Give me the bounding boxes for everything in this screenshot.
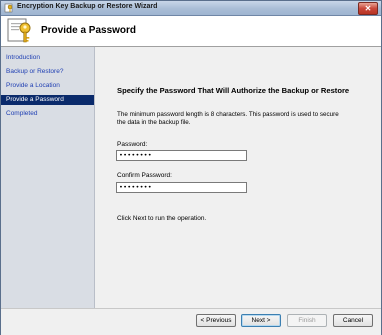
sidebar-item-introduction[interactable]: Introduction (1, 53, 94, 63)
page-title: Provide a Password (41, 25, 137, 36)
key-wizard-icon (4, 3, 13, 13)
wizard-window: Encryption Key Backup or Restore Wizard … (0, 0, 382, 335)
cancel-button[interactable]: Cancel (333, 314, 373, 327)
confirm-password-label: Confirm Password: (117, 172, 172, 179)
sidebar-item-completed[interactable]: Completed (1, 109, 94, 119)
wizard-content: Specify the Password That Will Authorize… (95, 47, 381, 308)
previous-button[interactable]: < Previous (196, 314, 236, 327)
close-button[interactable]: ✕ (358, 2, 378, 15)
key-document-icon (7, 18, 31, 43)
password-field[interactable]: •••••••• (116, 150, 247, 161)
confirm-password-field[interactable]: •••••••• (116, 182, 247, 193)
wizard-steps-sidebar: Introduction Backup or Restore? Provide … (1, 47, 95, 308)
password-label: Password: (117, 141, 148, 148)
wizard-footer: < Previous Next > Finish Cancel (1, 308, 381, 335)
next-button[interactable]: Next > (241, 314, 281, 327)
sidebar-item-backup-or-restore[interactable]: Backup or Restore? (1, 67, 94, 77)
section-heading: Specify the Password That Will Authorize… (117, 86, 350, 95)
finish-button[interactable]: Finish (287, 314, 327, 327)
title-bar[interactable]: Encryption Key Backup or Restore Wizard … (1, 1, 381, 16)
close-icon: ✕ (364, 4, 372, 13)
sidebar-item-provide-a-location[interactable]: Provide a Location (1, 81, 94, 91)
wizard-header: Provide a Password (1, 16, 381, 47)
sidebar-item-provide-a-password[interactable]: Provide a Password (1, 95, 94, 105)
password-description: The minimum password length is 8 charact… (117, 111, 339, 126)
next-instruction: Click Next to run the operation. (117, 215, 207, 222)
window-title: Encryption Key Backup or Restore Wizard (17, 3, 158, 10)
